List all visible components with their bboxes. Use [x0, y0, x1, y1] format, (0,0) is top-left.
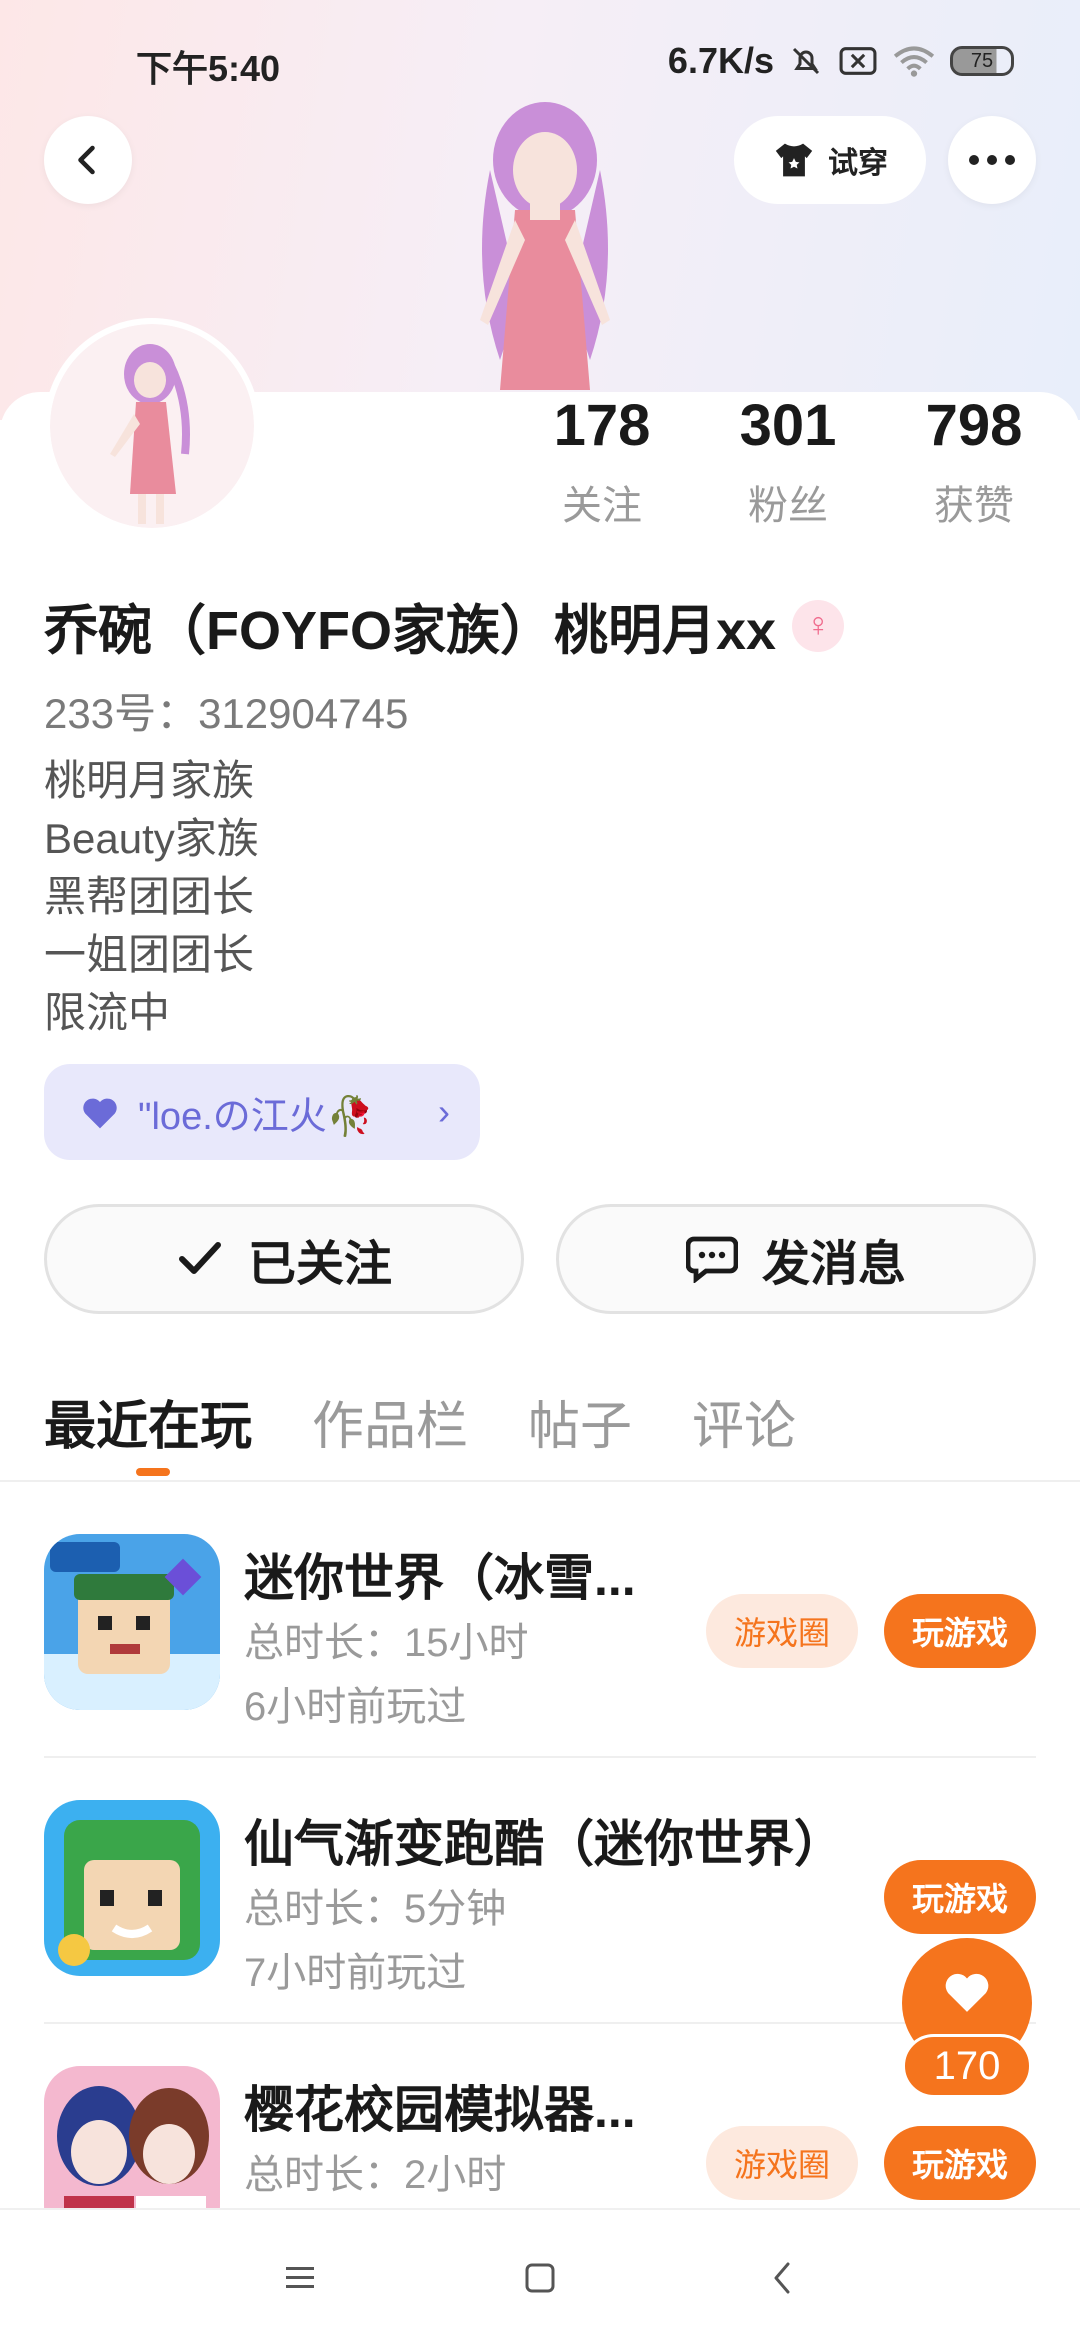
heart-icon [945, 1973, 989, 2012]
game-circle-button[interactable]: 游戏圈 [706, 1594, 858, 1668]
status-time: 下午5:40 [136, 48, 281, 89]
back-nav-button[interactable] [760, 2256, 804, 2300]
following-label: 关注 [562, 483, 642, 528]
bio-line: Beauty家族 [44, 815, 259, 862]
chevron-right-icon: › [438, 1091, 450, 1132]
sim-card-icon [839, 47, 877, 75]
send-message-label: 发消息 [761, 1238, 906, 1291]
play-game-button[interactable]: 玩游戏 [884, 1594, 1036, 1668]
back-chevron-icon [774, 2262, 790, 2294]
fans-label: 粉丝 [748, 483, 828, 528]
tab-recently-played[interactable]: 最近在玩 [44, 1384, 252, 1459]
home-square-icon [525, 2263, 555, 2293]
game-last-played: 6小时前玩过 [244, 1685, 467, 1729]
fans-count: 301 [739, 393, 837, 458]
play-game-button[interactable]: 玩游戏 [884, 1860, 1036, 1934]
send-message-button[interactable]: 发消息 [556, 1204, 1036, 1314]
tab-divider [0, 1480, 1080, 1482]
chat-bubble-icon [685, 1236, 738, 1283]
user-id[interactable]: 233号：312904745 [44, 680, 408, 741]
menu-nav-button[interactable] [278, 2256, 322, 2300]
game-title: 迷你世界（冰雪... [244, 1550, 636, 1606]
game-title: 樱花校园模拟器... [244, 2082, 636, 2138]
game-list-item[interactable]: 迷你世界（冰雪... 总时长：15小时 6小时前玩过 游戏圈 玩游戏 [44, 1492, 1036, 1758]
shirt-icon [775, 143, 813, 177]
avatar-figure [110, 344, 190, 524]
status-icons: 6.7K/s 75 [668, 40, 1014, 82]
game-duration: 总时长：15小时 [244, 1621, 529, 1665]
network-speed: 6.7K/s [667, 40, 774, 81]
wifi-icon [893, 46, 935, 77]
like-count: 170 [902, 2034, 1032, 2098]
character-figure [480, 102, 610, 390]
back-arrow-icon [78, 145, 95, 175]
active-tab-indicator [136, 1468, 170, 1476]
user-bio: 桃明月家族 Beauty家族 黑帮团团长 一姐团团长 限流中 [44, 752, 259, 1042]
game-duration: 总时长：2小时 [244, 2153, 507, 2197]
try-on-label: 试穿 [828, 147, 888, 180]
bio-line: 桃明月家族 [44, 757, 255, 804]
game-icon-parkour [44, 1800, 220, 1976]
check-icon [178, 1242, 221, 1274]
stat-likes[interactable]: 798 获赞 [894, 393, 1054, 531]
likes-label: 获赞 [934, 483, 1014, 528]
bio-line: 一姐团团长 [44, 931, 255, 978]
more-options-button[interactable] [948, 116, 1036, 204]
game-duration: 总时长：5分钟 [244, 1887, 507, 1931]
more-dots-icon [969, 155, 1015, 165]
game-list-item[interactable]: 仙气渐变跑酷（迷你世界） 总时长：5分钟 7小时前玩过 玩游戏 [44, 1758, 1036, 2024]
back-button[interactable] [44, 116, 132, 204]
followed-label: 已关注 [247, 1238, 392, 1291]
try-on-button[interactable]: 试穿 [734, 116, 926, 204]
female-gender-icon: ♀ [792, 599, 845, 652]
followed-button[interactable]: 已关注 [44, 1204, 524, 1314]
name-row: 乔碗（FOYFO家族）桃明月xx ♀ [44, 586, 845, 665]
menu-icon [286, 2267, 314, 2288]
home-nav-button[interactable] [518, 2256, 562, 2300]
system-navigation-bar [0, 2208, 1080, 2340]
tab-comments[interactable]: 评论 [692, 1384, 796, 1459]
play-game-button[interactable]: 玩游戏 [884, 2126, 1036, 2200]
purple-heart-icon [83, 1098, 117, 1129]
bio-line: 黑帮团团长 [44, 873, 255, 920]
game-title: 仙气渐变跑酷（迷你世界） [244, 1816, 844, 1872]
following-count: 178 [553, 393, 651, 458]
fan-group-badge[interactable]: "loe.の江火🥀 › [44, 1064, 480, 1160]
user-name: 乔碗（FOYFO家族）桃明月xx [44, 601, 777, 661]
fan-group-label: "loe.の江火🥀 [138, 1095, 375, 1138]
profile-tabs: 最近在玩 作品栏 帖子 评论 [44, 1384, 796, 1459]
status-bar: 下午5:40 6.7K/s 75 [0, 0, 1080, 120]
tab-posts[interactable]: 帖子 [528, 1384, 632, 1459]
stat-fans[interactable]: 301 粉丝 [708, 393, 868, 531]
mute-bell-icon [792, 47, 820, 75]
game-icon-mini-world-ice [44, 1534, 220, 1710]
game-circle-button[interactable]: 游戏圈 [706, 2126, 858, 2200]
avatar[interactable] [44, 318, 260, 534]
battery-icon: 75 [950, 46, 1014, 76]
game-last-played: 7小时前玩过 [244, 1951, 467, 1995]
likes-count: 798 [925, 393, 1023, 458]
stat-following[interactable]: 178 关注 [522, 393, 682, 531]
bio-line: 限流中 [44, 989, 171, 1036]
tab-works[interactable]: 作品栏 [312, 1384, 468, 1459]
